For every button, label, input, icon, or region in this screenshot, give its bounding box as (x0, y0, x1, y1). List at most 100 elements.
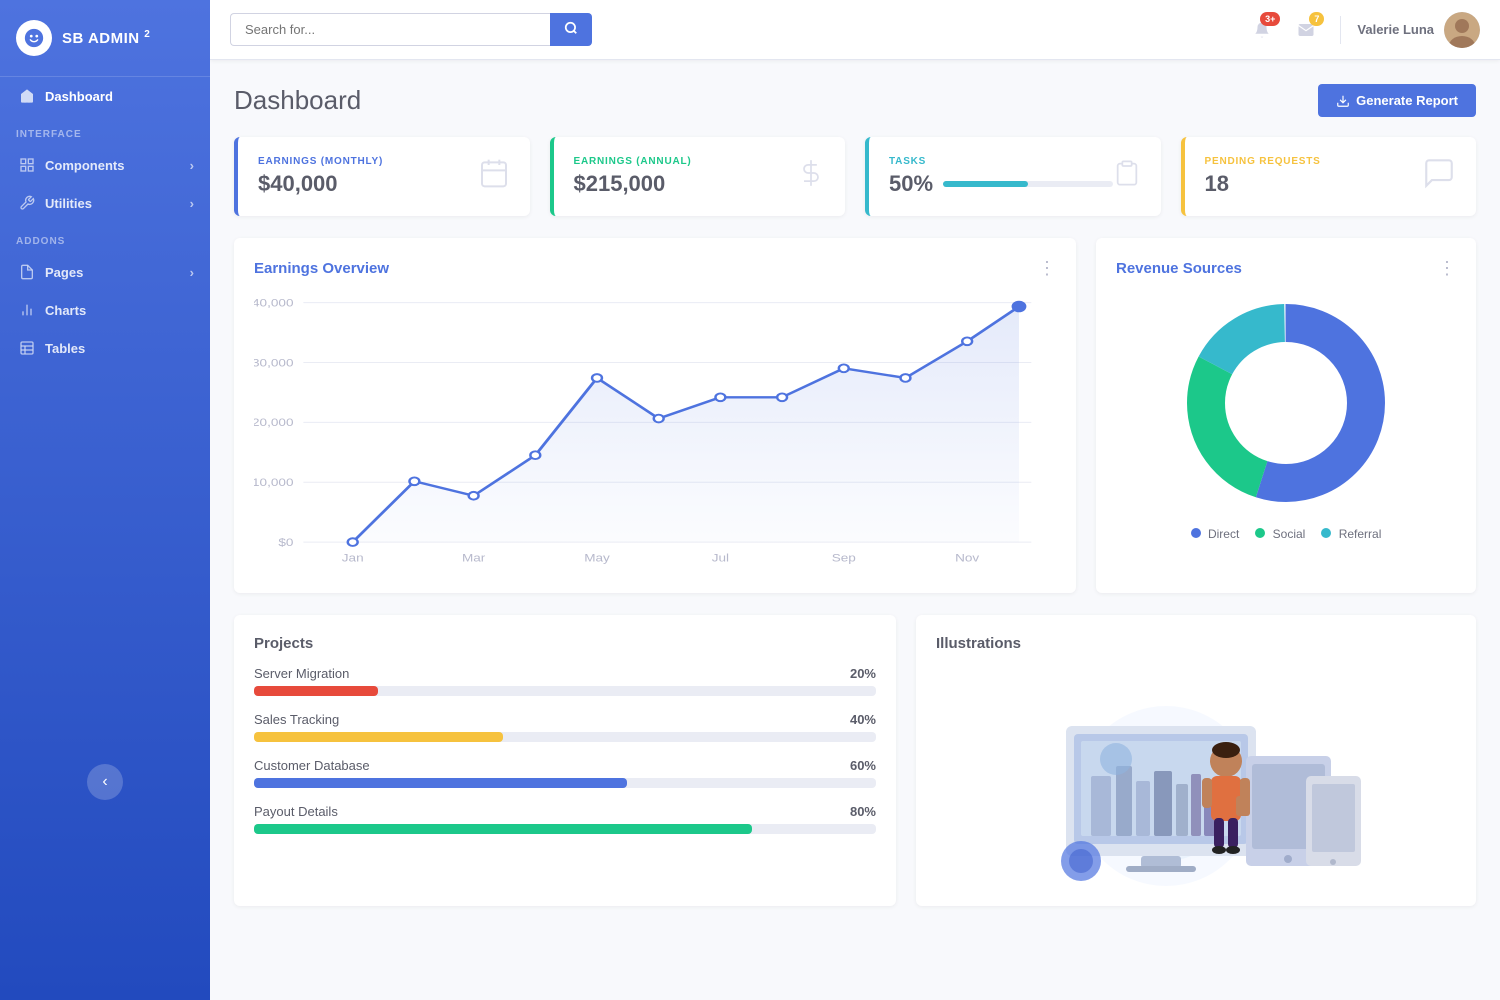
progress-bar-wrap (254, 824, 876, 834)
tables-icon (19, 340, 35, 356)
progress-bar-wrap (254, 778, 876, 788)
illustration-area (936, 666, 1456, 886)
projects-table: Server Migration 20% Sales Tracking 40% (254, 666, 876, 834)
svg-text:Sep: Sep (832, 552, 856, 564)
avatar-image (1444, 12, 1480, 48)
stat-label: PENDING REQUESTS (1205, 156, 1423, 167)
progress-bar (254, 686, 378, 696)
stat-label: EARNINGS (MONTHLY) (258, 156, 478, 167)
projects-title: Projects (254, 635, 313, 652)
legend-direct-label: Direct (1208, 527, 1239, 541)
stat-card-left: EARNINGS (ANNUAL) $215,000 (574, 156, 798, 197)
legend-social: Social (1255, 527, 1305, 541)
download-icon (1336, 94, 1350, 108)
tasks-progress-row: 50% (889, 171, 1113, 197)
utilities-icon (19, 195, 35, 211)
project-name: Customer Database (254, 758, 370, 773)
generate-report-button[interactable]: Generate Report (1318, 84, 1476, 117)
sidebar-item-label: Charts (45, 303, 86, 318)
pages-icon (19, 264, 35, 280)
projects-header: Projects (254, 635, 876, 652)
stat-card-left: EARNINGS (MONTHLY) $40,000 (258, 156, 478, 197)
search-icon (564, 21, 578, 35)
earnings-overview-menu[interactable]: ⋮ (1038, 258, 1056, 279)
project-pct: 20% (850, 666, 876, 681)
earnings-chart-area: $40,000 $30,000 $20,000 $10,000 $0 Jan M… (254, 293, 1056, 573)
sidebar-collapse-button[interactable]: ‹ (87, 764, 123, 800)
brand-title: SB ADMIN 2 (62, 29, 150, 47)
svg-text:Jul: Jul (712, 552, 729, 564)
project-name: Sales Tracking (254, 712, 339, 727)
sidebar-item-components[interactable]: Components › (0, 146, 210, 184)
legend-social-label: Social (1273, 527, 1306, 541)
progress-bar (254, 824, 752, 834)
username-label: Valerie Luna (1357, 22, 1434, 37)
dashboard-icon (19, 88, 35, 104)
progress-bar-wrap (254, 686, 876, 696)
project-name: Payout Details (254, 804, 338, 819)
social-dot (1255, 528, 1265, 538)
svg-text:$20,000: $20,000 (254, 417, 294, 429)
stat-card-left: TASKS 50% (889, 156, 1113, 197)
notifications-button[interactable]: 3+ (1244, 12, 1280, 48)
stat-card-left: PENDING REQUESTS 18 (1205, 156, 1423, 197)
sidebar-item-label: Utilities (45, 196, 92, 211)
tasks-progress-bar (943, 181, 1028, 187)
project-row-sales-tracking: Sales Tracking 40% (254, 712, 876, 742)
dollar-icon (797, 155, 825, 198)
charts-icon (19, 302, 35, 318)
chevron-right-icon: › (190, 196, 194, 211)
legend-direct: Direct (1191, 527, 1240, 541)
brand[interactable]: SB ADMIN 2 (0, 0, 210, 77)
topbar-right: 3+ 7 Valerie Luna (1244, 12, 1480, 48)
donut-chart-svg (1176, 293, 1396, 513)
sidebar-item-tables[interactable]: Tables (0, 329, 210, 367)
sidebar-item-label: Tables (45, 341, 85, 356)
topbar-divider (1340, 16, 1341, 44)
messages-button[interactable]: 7 (1288, 12, 1324, 48)
illustrations-card: Illustrations (916, 615, 1476, 906)
search-input[interactable] (230, 13, 550, 46)
stat-value: 50% (889, 171, 933, 197)
svg-text:$30,000: $30,000 (254, 357, 294, 369)
progress-bar-wrap (254, 732, 876, 742)
sidebar-item-pages[interactable]: Pages › (0, 253, 210, 291)
content-header: Dashboard Generate Report (234, 84, 1476, 117)
page-content: Dashboard Generate Report EARNINGS (MONT… (210, 60, 1500, 1000)
topbar: 3+ 7 Valerie Luna (210, 0, 1500, 60)
project-header: Payout Details 80% (254, 804, 876, 819)
chart-row: Earnings Overview ⋮ $40,000 (234, 238, 1476, 593)
sidebar-section-interface: INTERFACE (0, 115, 210, 146)
sidebar-item-label: Components (45, 158, 124, 173)
notifications-badge: 3+ (1260, 12, 1280, 26)
sidebar-item-utilities[interactable]: Utilities › (0, 184, 210, 222)
svg-text:Nov: Nov (955, 552, 980, 564)
legend-referral-label: Referral (1339, 527, 1382, 541)
illustration-svg (1006, 666, 1386, 886)
sidebar-item-label: Dashboard (45, 89, 113, 104)
line-chart-svg: $40,000 $30,000 $20,000 $10,000 $0 Jan M… (254, 293, 1056, 573)
sidebar: SB ADMIN 2 Dashboard INTERFACE Component… (0, 0, 210, 1000)
project-row-payout-details: Payout Details 80% (254, 804, 876, 834)
calendar-icon (478, 155, 510, 198)
svg-text:$40,000: $40,000 (254, 297, 294, 309)
revenue-sources-menu[interactable]: ⋮ (1438, 258, 1456, 279)
tasks-progress-bar-wrap (943, 181, 1112, 187)
project-header: Customer Database 60% (254, 758, 876, 773)
earnings-overview-header: Earnings Overview ⋮ (254, 258, 1056, 279)
sidebar-section-addons: ADDONS (0, 222, 210, 253)
sidebar-item-charts[interactable]: Charts (0, 291, 210, 329)
project-pct: 60% (850, 758, 876, 773)
donut-chart-wrap: Direct Social Referral (1116, 293, 1456, 541)
project-name: Server Migration (254, 666, 349, 681)
brand-icon (16, 20, 52, 56)
stat-value: $215,000 (574, 171, 798, 197)
generate-report-label: Generate Report (1356, 93, 1458, 108)
stat-value: 18 (1205, 171, 1423, 197)
topbar-user[interactable]: Valerie Luna (1357, 12, 1480, 48)
stat-card-earnings-annual: EARNINGS (ANNUAL) $215,000 (550, 137, 846, 216)
svg-text:$10,000: $10,000 (254, 477, 294, 489)
sidebar-item-dashboard[interactable]: Dashboard (0, 77, 210, 115)
project-pct: 80% (850, 804, 876, 819)
search-button[interactable] (550, 13, 592, 46)
